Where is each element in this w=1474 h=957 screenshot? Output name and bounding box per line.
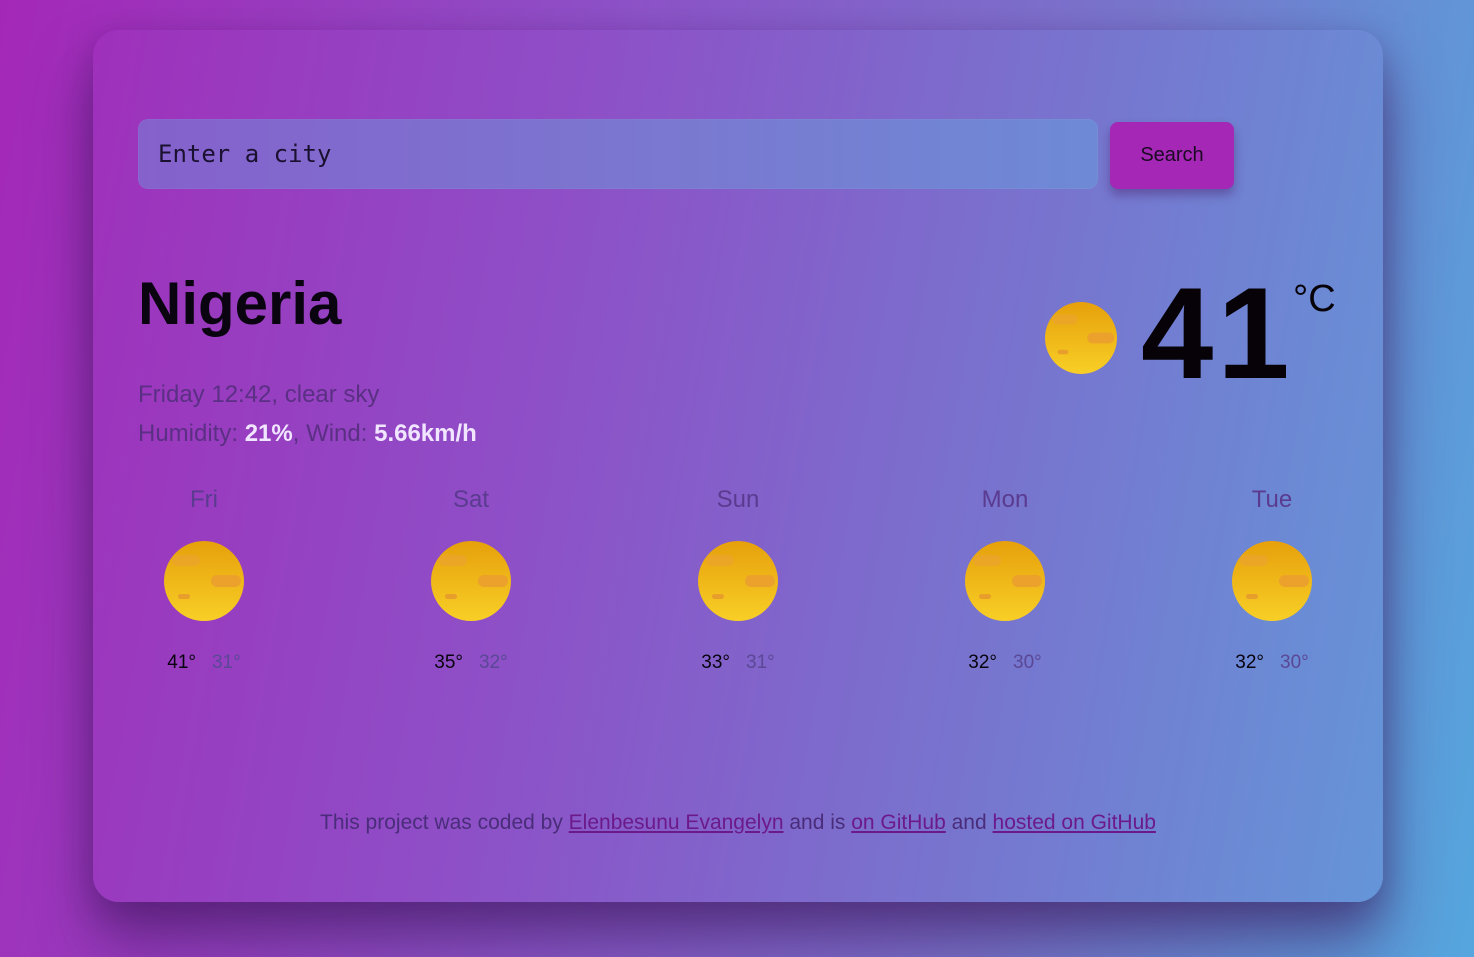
forecast-min-temp: 32°	[479, 652, 508, 673]
forecast-max-temp: 32°	[968, 652, 997, 673]
sun-icon	[1045, 302, 1117, 374]
hosted-link[interactable]: hosted on GitHub	[993, 811, 1156, 834]
humidity-wind-line: Humidity: 21%, Wind: 5.66km/h	[138, 414, 477, 453]
footer-text: This project was coded by	[320, 811, 569, 834]
sun-icon	[698, 541, 778, 621]
forecast-max-temp: 35°	[434, 652, 463, 673]
footer: This project was coded by Elenbesunu Eva…	[93, 811, 1383, 835]
forecast-temps: 35° 32°	[405, 651, 537, 675]
forecast-day-name: Tue	[1251, 486, 1293, 513]
forecast-max-temp: 41°	[167, 652, 196, 673]
forecast-day: Sun 33° 31°	[672, 485, 804, 675]
forecast: Fri 41° 31° Sat 35° 32° Sun 33° 31° Mon 32°…	[138, 485, 1338, 685]
sun-icon	[965, 541, 1045, 621]
current-temperature: 41	[1141, 260, 1294, 406]
forecast-day: Sat 35° 32°	[405, 485, 537, 675]
author-link[interactable]: Elenbesunu Evangelyn	[569, 811, 784, 834]
humidity-value: 21%	[244, 420, 293, 447]
city-name: Nigeria	[138, 270, 342, 337]
github-link[interactable]: on GitHub	[851, 811, 946, 834]
forecast-day: Mon 32° 30°	[939, 485, 1071, 675]
forecast-min-temp: 30°	[1280, 652, 1309, 673]
forecast-max-temp: 32°	[1235, 652, 1264, 673]
footer-text: and	[945, 811, 993, 834]
forecast-temps: 32° 30°	[939, 651, 1071, 675]
forecast-day-name: Mon	[981, 486, 1029, 513]
forecast-temps: 33° 31°	[672, 651, 804, 675]
forecast-min-temp: 31°	[212, 652, 241, 673]
wind-label: , Wind:	[292, 420, 375, 447]
forecast-temps: 41° 31°	[138, 651, 270, 675]
sun-icon	[164, 541, 244, 621]
forecast-day: Tue 32° 30°	[1206, 485, 1338, 675]
forecast-max-temp: 33°	[701, 652, 730, 673]
temperature-unit-celsius[interactable]: °C	[1293, 280, 1336, 318]
humidity-label: Humidity:	[138, 420, 245, 447]
city-search-input[interactable]	[138, 119, 1098, 189]
weather-details: Friday 12:42, clear sky Humidity: 21%, W…	[138, 375, 477, 453]
forecast-day-name: Sun	[716, 486, 760, 513]
day-time-description: Friday 12:42, clear sky	[138, 381, 380, 408]
forecast-day: Fri 41° 31°	[138, 485, 270, 675]
forecast-min-temp: 31°	[746, 652, 775, 673]
weather-card: Search Nigeria Friday 12:42, clear sky H…	[93, 30, 1383, 902]
sun-icon	[1232, 541, 1312, 621]
wind-value: 5.66km/h	[374, 420, 477, 447]
footer-text: and is	[783, 811, 852, 834]
search-button[interactable]: Search	[1110, 122, 1234, 189]
forecast-day-name: Fri	[190, 486, 218, 513]
sun-icon	[431, 541, 511, 621]
forecast-day-name: Sat	[452, 486, 490, 513]
forecast-temps: 32° 30°	[1206, 651, 1338, 675]
forecast-min-temp: 30°	[1013, 652, 1042, 673]
